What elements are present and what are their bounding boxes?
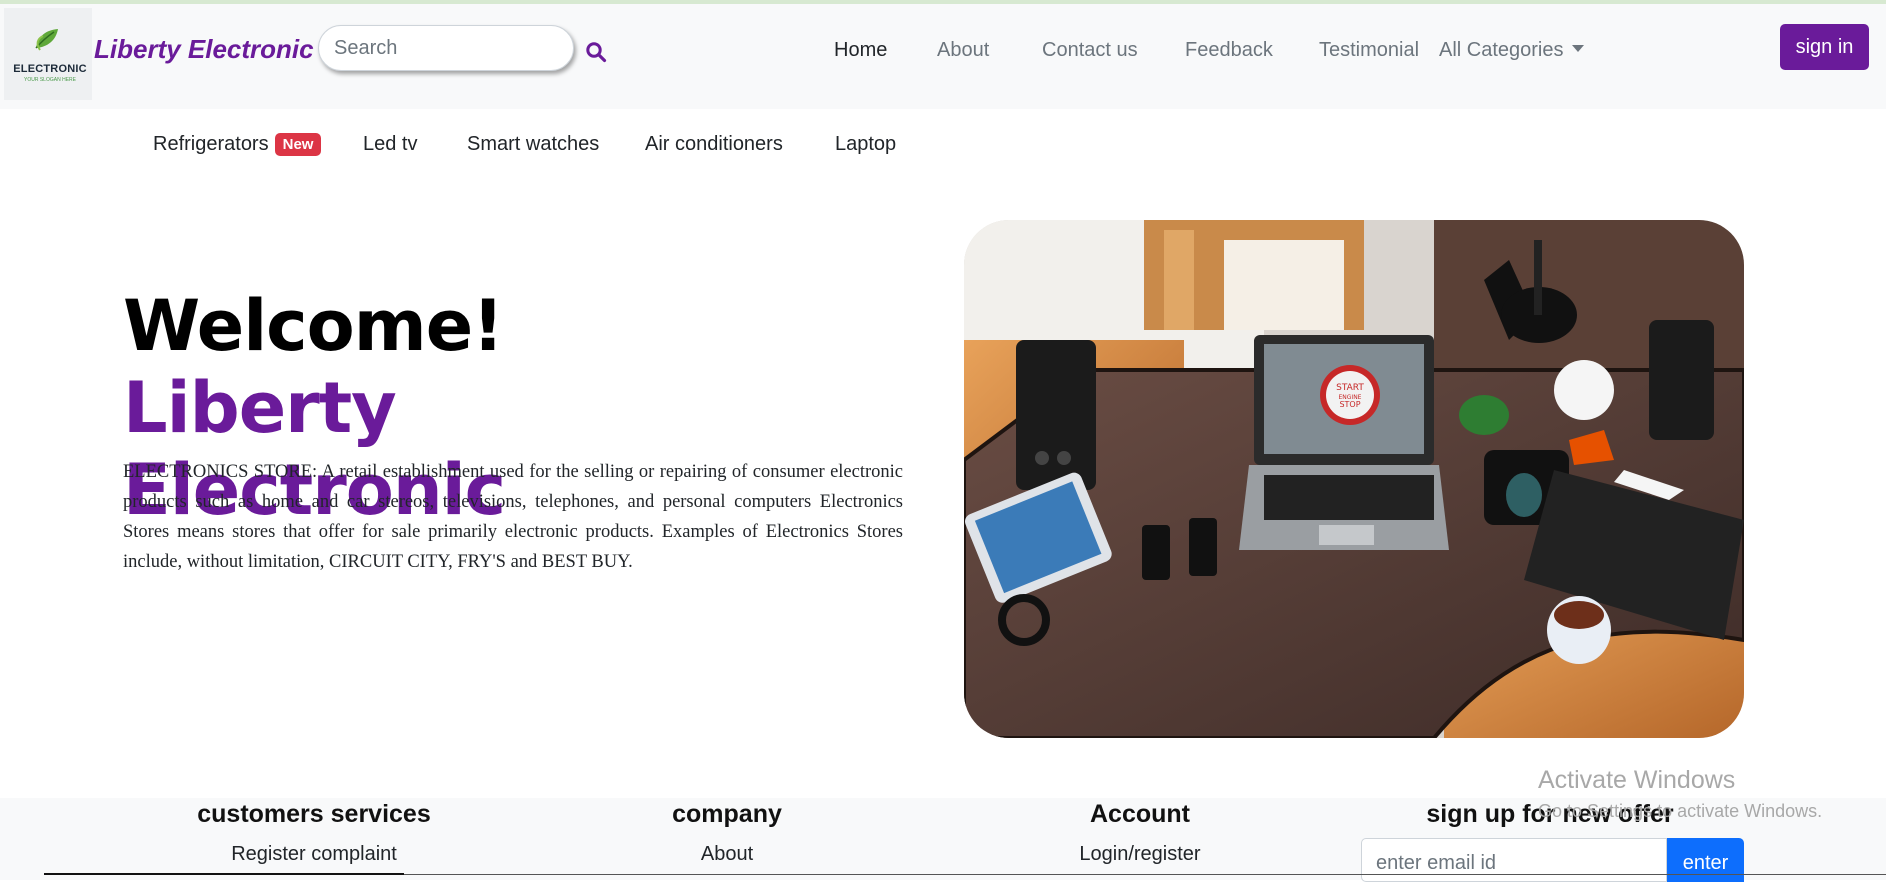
logo-slogan: YOUR SLOGAN HERE	[24, 77, 76, 83]
logo-text: ELECTRONIC	[13, 63, 87, 75]
nav-about[interactable]: About	[937, 39, 989, 62]
footer-about-link[interactable]: About	[627, 843, 827, 866]
footer-company-title: company	[672, 800, 782, 828]
footer-account-title: Account	[1090, 800, 1190, 828]
bottom-divider-thin	[404, 874, 1886, 875]
category-laptop[interactable]: Laptop	[835, 133, 896, 156]
email-input[interactable]	[1361, 838, 1667, 882]
brand-name[interactable]: Liberty Electronic	[94, 34, 314, 65]
desk-setup-illustration: START ENGINE STOP	[964, 220, 1744, 738]
leaf-icon	[35, 29, 58, 51]
hero-image: START ENGINE STOP	[964, 220, 1744, 738]
new-badge: New	[274, 133, 322, 156]
nav-home[interactable]: Home	[834, 39, 887, 62]
footer-register-complaint-link[interactable]: Register complaint	[164, 843, 464, 866]
footer-customers-services-title: customers services	[197, 800, 431, 828]
search-icon[interactable]	[585, 41, 607, 63]
category-label: Refrigerators	[153, 133, 269, 155]
laptop-screen-line-3: STOP	[1339, 400, 1360, 409]
activate-windows-title: Activate Windows	[1538, 766, 1736, 794]
search-input[interactable]	[318, 25, 574, 71]
hero-title-plain: Welcome!	[123, 285, 504, 367]
nav-testimonial[interactable]: Testimonial	[1319, 39, 1419, 62]
bottom-divider	[44, 873, 404, 875]
chevron-down-icon	[1571, 45, 1584, 53]
laptop-screen-line-1: START	[1336, 383, 1364, 393]
category-refrigerators[interactable]: Refrigerators New	[153, 133, 322, 157]
nav-feedback[interactable]: Feedback	[1185, 39, 1273, 62]
category-led-tv[interactable]: Led tv	[363, 133, 417, 156]
sign-in-button[interactable]: sign in	[1780, 24, 1869, 70]
activate-windows-subtitle: Go to Settings to activate Windows.	[1538, 801, 1823, 821]
all-categories-dropdown[interactable]: All Categories	[1439, 39, 1584, 62]
hero-description: ELECTRONICS STORE: A retail establishmen…	[123, 462, 903, 572]
all-categories-label: All Categories	[1439, 39, 1564, 61]
footer-login-register-link[interactable]: Login/register	[1040, 843, 1240, 866]
category-air-conditioners[interactable]: Air conditioners	[645, 133, 783, 156]
category-smart-watches[interactable]: Smart watches	[467, 133, 599, 156]
enter-button[interactable]: enter	[1667, 838, 1744, 882]
nav-contact-us[interactable]: Contact us	[1042, 39, 1138, 62]
logo[interactable]: ELECTRONIC YOUR SLOGAN HERE	[4, 8, 92, 100]
